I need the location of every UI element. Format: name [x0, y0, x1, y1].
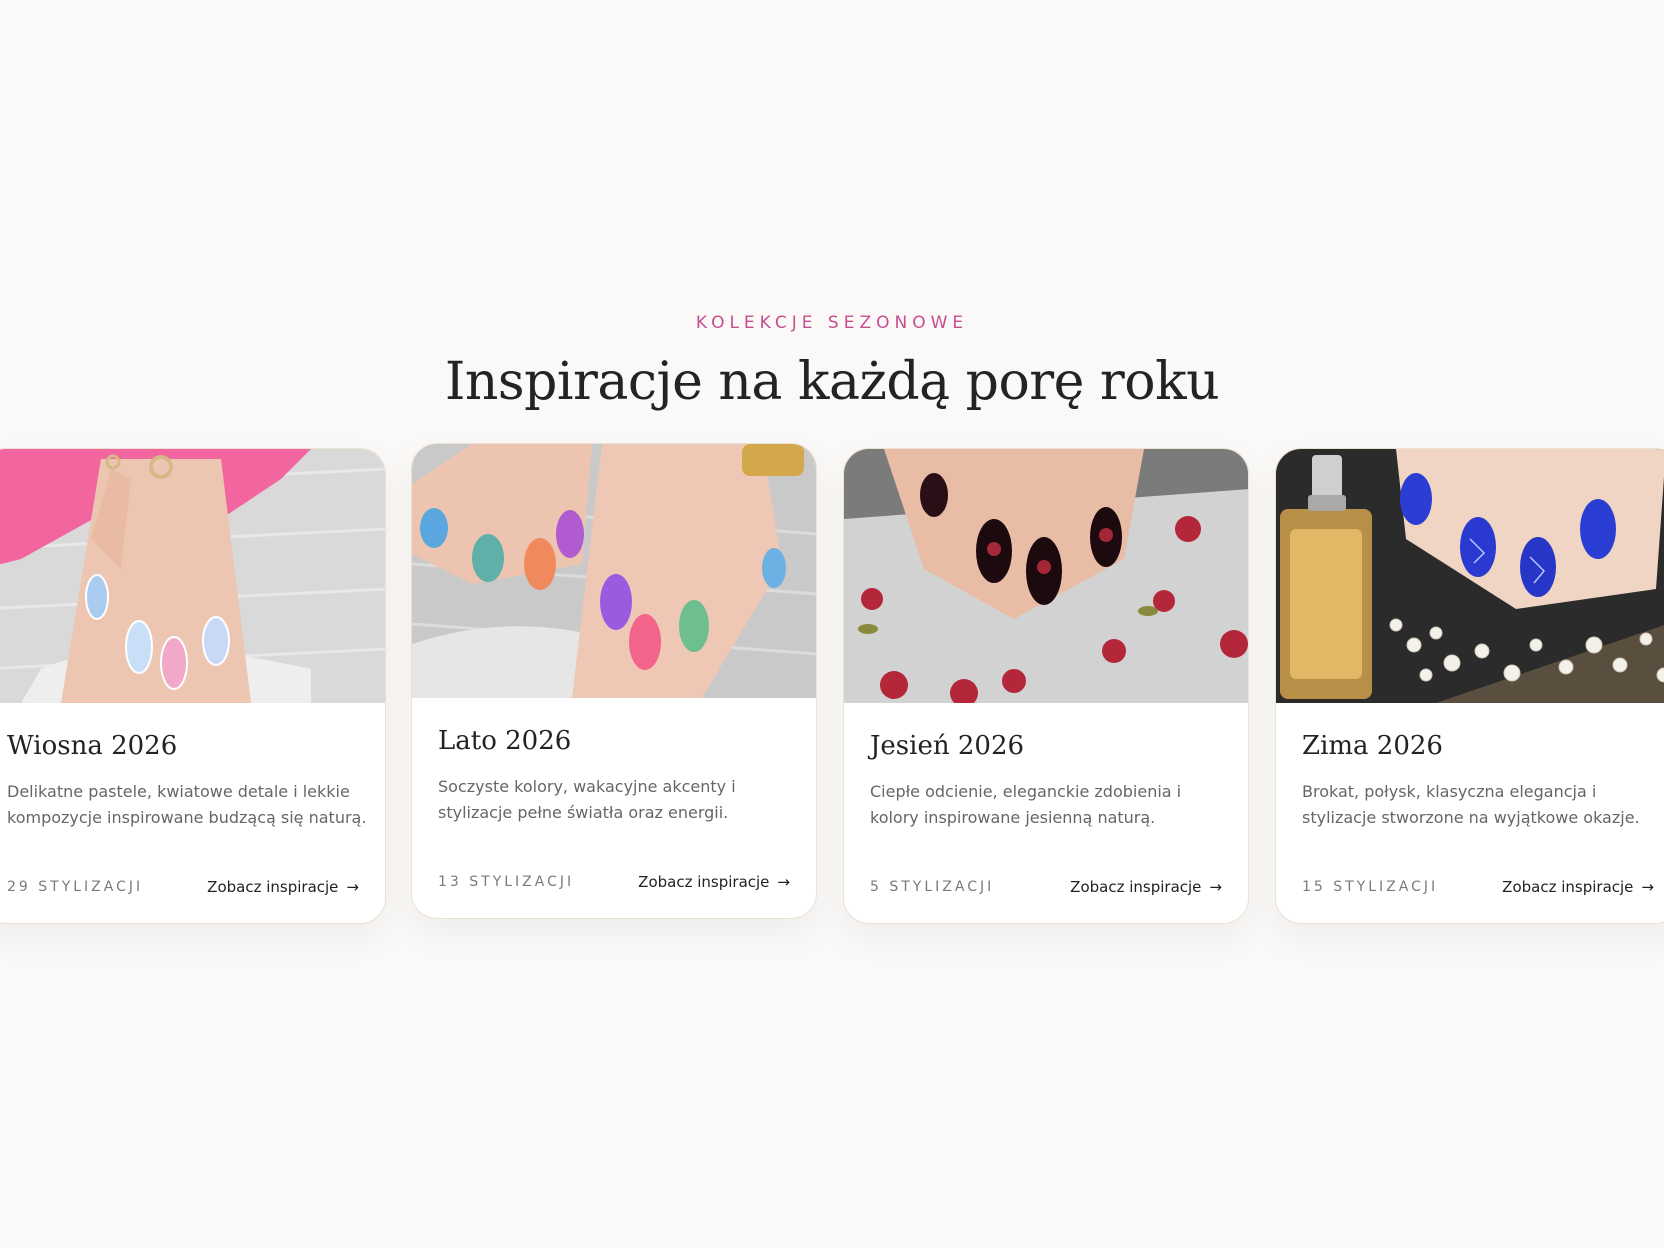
link-label: Zobacz inspiracje	[1502, 878, 1634, 896]
collection-card-summer[interactable]: Lato 2026 Soczyste kolory, wakacyjne akc…	[411, 443, 817, 919]
winter-nails-photo	[1276, 449, 1664, 703]
section-eyebrow: KOLEKCJE SEZONOWE	[695, 313, 969, 333]
card-title: Wiosna 2026	[7, 731, 178, 761]
styles-count: 15 STYLIZACJI	[1302, 879, 1439, 895]
styles-count: 13 STYLIZACJI	[438, 874, 575, 890]
arrow-right-icon: →	[1209, 878, 1222, 896]
card-description: Delikatne pastele, kwiatowe detale i lek…	[7, 782, 367, 827]
link-label: Zobacz inspiracje	[207, 878, 339, 896]
arrow-right-icon: →	[1641, 878, 1654, 896]
card-title: Jesień 2026	[870, 731, 1025, 761]
collection-card-spring[interactable]: Wiosna 2026 Delikatne pastele, kwiatowe …	[0, 448, 386, 924]
arrow-right-icon: →	[777, 873, 790, 891]
styles-count: 29 STYLIZACJI	[7, 879, 144, 895]
spring-nails-photo	[0, 449, 385, 703]
card-title: Zima 2026	[1302, 731, 1443, 761]
seasonal-collections-section: KOLEKCJE SEZONOWE Inspiracje na każdą po…	[0, 0, 1664, 1248]
see-inspirations-link[interactable]: Zobacz inspiracje →	[638, 873, 790, 891]
collection-card-autumn[interactable]: Jesień 2026 Ciepłe odcienie, eleganckie …	[843, 448, 1249, 924]
section-headline: Inspiracje na każdą porę roku	[444, 352, 1220, 412]
summer-nails-photo	[412, 444, 816, 698]
card-title: Lato 2026	[438, 726, 572, 756]
see-inspirations-link[interactable]: Zobacz inspiracje →	[1502, 878, 1654, 896]
card-description: Soczyste kolory, wakacyjne akcenty i sty…	[438, 777, 736, 822]
styles-count: 5 STYLIZACJI	[870, 879, 995, 895]
autumn-nails-photo	[844, 449, 1248, 703]
link-label: Zobacz inspiracje	[638, 873, 770, 891]
card-description: Brokat, połysk, klasyczna elegancja i st…	[1302, 782, 1640, 827]
link-label: Zobacz inspiracje	[1070, 878, 1202, 896]
collection-card-winter[interactable]: Zima 2026 Brokat, połysk, klasyczna eleg…	[1275, 448, 1664, 924]
see-inspirations-link[interactable]: Zobacz inspiracje →	[207, 878, 359, 896]
arrow-right-icon: →	[346, 878, 359, 896]
see-inspirations-link[interactable]: Zobacz inspiracje →	[1070, 878, 1222, 896]
card-description: Ciepłe odcienie, eleganckie zdobienia i …	[870, 782, 1182, 827]
